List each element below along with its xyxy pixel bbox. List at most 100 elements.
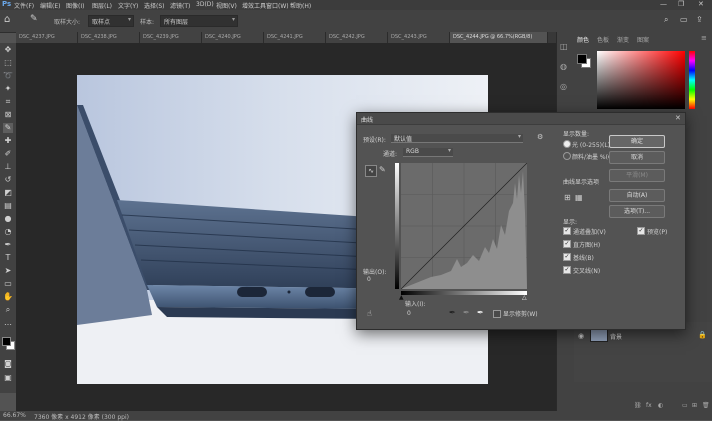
doc-tab[interactable]: DSC_4240.JPG [202, 32, 264, 43]
maximize-button[interactable]: ❐ [678, 0, 684, 8]
doc-tab[interactable]: DSC_4243.JPG [388, 32, 450, 43]
blur-tool-icon[interactable]: ● [3, 214, 13, 224]
black-point-slider[interactable]: ▲ [399, 294, 404, 301]
menu-type[interactable]: 文字(Y) [118, 1, 138, 10]
doc-tab[interactable]: DSC_4237.JPG [16, 32, 78, 43]
gray-point-eyedropper-icon[interactable]: ✒ [463, 308, 470, 317]
curve-point-tool-icon[interactable]: ∿ [365, 165, 377, 177]
menu-select[interactable]: 选择(S) [144, 1, 165, 10]
doc-tab[interactable]: DSC_4242.JPG [326, 32, 388, 43]
share-icon[interactable]: ⇪ [696, 15, 703, 24]
menu-layer[interactable]: 图层(L) [92, 1, 112, 10]
curve-graph[interactable] [400, 162, 528, 290]
tab-color[interactable]: 颜色 [577, 35, 589, 44]
auto-button[interactable]: 自动(A) [609, 189, 665, 202]
menu-help[interactable]: 帮助(H) [290, 1, 311, 10]
quick-select-tool-icon[interactable]: ✦ [3, 84, 13, 94]
move-tool-icon[interactable]: ✥ [3, 45, 13, 55]
path-select-tool-icon[interactable]: ➤ [3, 266, 13, 276]
detailed-grid-icon[interactable]: ▦ [575, 193, 583, 202]
pencil-draw-icon[interactable]: ✎ [379, 165, 386, 174]
color-field[interactable] [597, 51, 685, 109]
layer-name[interactable]: 背景 [610, 332, 622, 341]
menu-plugins[interactable]: 增效工具 [242, 1, 266, 10]
doc-tab[interactable]: DSC_4239.JPG [140, 32, 202, 43]
menu-3d[interactable]: 3D(D) [196, 1, 214, 8]
panel-menu-icon[interactable]: ≡ [701, 34, 707, 42]
zoom-tool-icon[interactable]: ⌕ [3, 305, 13, 315]
visibility-eye-icon[interactable]: ◉ [578, 332, 584, 340]
new-group-icon[interactable]: ▭ [682, 402, 688, 409]
quick-mask-icon[interactable]: ◙ [3, 359, 13, 369]
brush-tool-icon[interactable]: ✐ [3, 149, 13, 159]
menu-file[interactable]: 文件(F) [14, 1, 34, 10]
doc-tab[interactable]: DSC_4238.JPG [78, 32, 140, 43]
clone-stamp-tool-icon[interactable]: ⊥ [3, 162, 13, 172]
delete-layer-icon[interactable]: 🗑 [702, 402, 710, 409]
frame-tool-icon[interactable]: ⊠ [3, 110, 13, 120]
hand-tool-icon[interactable]: ✋ [3, 292, 13, 302]
panel-collapse-icon[interactable]: ◫ [560, 42, 568, 51]
eyedropper-tool-icon[interactable]: ✎ [30, 14, 38, 24]
healing-brush-tool-icon[interactable]: ✚ [3, 136, 13, 146]
output-value[interactable]: 0 [367, 276, 371, 283]
tab-swatches[interactable]: 色板 [597, 35, 609, 44]
preset-gear-icon[interactable]: ⚙ [537, 133, 543, 141]
baseline-checkbox[interactable]: ✓ [563, 253, 571, 261]
tab-patterns[interactable]: 图案 [637, 35, 649, 44]
intersection-checkbox[interactable]: ✓ [563, 266, 571, 274]
menu-image[interactable]: 图像(I) [66, 1, 84, 10]
smooth-button[interactable]: 平滑(M) [609, 169, 665, 182]
options-button[interactable]: 选项(T)... [609, 205, 665, 218]
ok-button[interactable]: 确定 [609, 135, 665, 148]
eyedropper-tool-icon[interactable]: ✎ [3, 123, 13, 133]
add-mask-icon[interactable]: ◐ [658, 402, 663, 409]
marquee-tool-icon[interactable]: ⬚ [3, 58, 13, 68]
screen-mode-icon[interactable]: ▣ [3, 373, 13, 383]
channel-overlay-checkbox[interactable]: ✓ [563, 227, 571, 235]
menu-filter[interactable]: 滤镜(T) [170, 1, 190, 10]
doc-tab-active[interactable]: DSC_4244.JPG @ 66.7%(RGB/8) [450, 32, 548, 43]
white-point-eyedropper-icon[interactable]: ✒ [477, 308, 484, 317]
pigment-radio[interactable] [563, 152, 571, 160]
home-icon[interactable]: ⌂ [4, 14, 10, 25]
new-layer-icon[interactable]: ⊞ [692, 402, 697, 409]
shape-tool-icon[interactable]: ▭ [3, 279, 13, 289]
show-clipping-checkbox[interactable] [493, 310, 501, 318]
workspace-icon[interactable]: ▭ [680, 15, 688, 24]
hue-slider[interactable] [689, 51, 695, 109]
crop-tool-icon[interactable]: ⌗ [3, 97, 13, 107]
foreground-color-swatch[interactable] [2, 337, 11, 346]
panel-icon[interactable]: ◎ [560, 82, 567, 91]
preset-select[interactable]: 默认值 ▾ [391, 133, 523, 143]
input-value[interactable]: 0 [407, 310, 411, 317]
panel-foreground-swatch[interactable] [577, 54, 587, 64]
histogram-checkbox[interactable]: ✓ [563, 240, 571, 248]
doc-tab[interactable]: DSC_4241.JPG [264, 32, 326, 43]
gradient-tool-icon[interactable]: ▤ [3, 201, 13, 211]
cancel-button[interactable]: 取消 [609, 151, 665, 164]
eraser-tool-icon[interactable]: ◩ [3, 188, 13, 198]
black-point-eyedropper-icon[interactable]: ✒ [449, 308, 456, 317]
simple-grid-icon[interactable]: ⊞ [564, 193, 571, 202]
channel-select[interactable]: RGB ▾ [403, 147, 453, 157]
layer-thumbnail[interactable] [590, 329, 608, 342]
sample-select[interactable]: 所有图层 ▾ [160, 15, 238, 27]
menu-edit[interactable]: 编辑(E) [40, 1, 60, 10]
menu-window[interactable]: 窗口(W) [266, 1, 289, 10]
menu-view[interactable]: 视图(V) [216, 1, 237, 10]
fx-icon[interactable]: fx [646, 402, 652, 409]
search-icon[interactable]: ⌕ [664, 15, 668, 25]
lasso-tool-icon[interactable]: ➰ [3, 71, 13, 81]
panel-icon[interactable]: ◍ [560, 62, 567, 71]
zoom-level[interactable]: 66.67% [3, 412, 26, 419]
preview-checkbox[interactable]: ✓ [637, 227, 645, 235]
dodge-tool-icon[interactable]: ◔ [3, 227, 13, 237]
history-brush-tool-icon[interactable]: ↺ [3, 175, 13, 185]
light-radio[interactable] [563, 140, 571, 148]
close-button[interactable]: ✕ [698, 0, 704, 8]
hand-adjust-icon[interactable]: ☝ [367, 309, 372, 318]
type-tool-icon[interactable]: T [3, 253, 13, 263]
sample-size-select[interactable]: 取样点 ▾ [88, 15, 134, 27]
tab-gradients[interactable]: 渐变 [617, 35, 629, 44]
